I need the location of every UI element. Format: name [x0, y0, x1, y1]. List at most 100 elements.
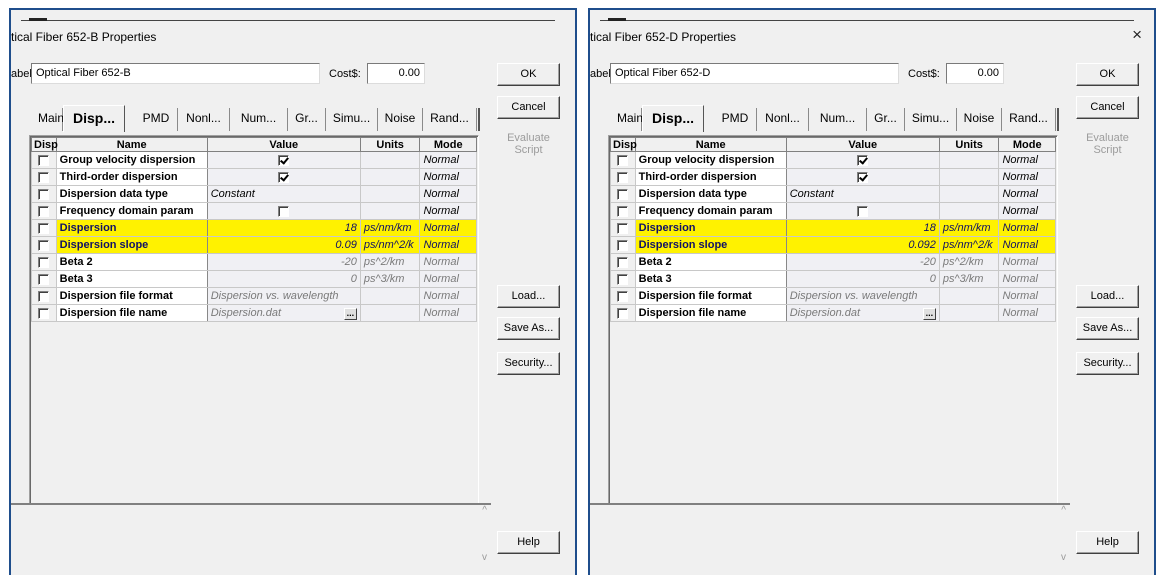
display-checkbox[interactable]	[38, 222, 50, 234]
scroll-down-icon[interactable]: v	[1061, 552, 1066, 563]
parameter-mode[interactable]: Normal	[998, 219, 1056, 237]
display-checkbox[interactable]	[617, 171, 629, 183]
parameter-mode[interactable]: Normal	[419, 270, 477, 288]
scroll-down-icon[interactable]: v	[482, 552, 487, 563]
label-field[interactable]: Optical Fiber 652-B	[31, 63, 320, 84]
parameter-mode[interactable]: Normal	[998, 168, 1056, 186]
display-checkbox[interactable]	[38, 307, 50, 319]
cancel-button[interactable]: Cancel	[1076, 96, 1139, 119]
tab-main[interactable]: Main	[612, 108, 643, 131]
parameter-mode[interactable]: Normal	[419, 168, 477, 186]
parameter-value[interactable]: Constant	[206, 185, 361, 203]
load-button[interactable]: Load...	[1076, 285, 1139, 308]
parameter-value[interactable]: -20	[785, 253, 940, 271]
tab-noise[interactable]: Noise	[378, 108, 423, 131]
display-checkbox[interactable]	[38, 205, 50, 217]
save-as-button[interactable]: Save As...	[1076, 317, 1139, 340]
cost-field[interactable]: 0.00	[946, 63, 1004, 84]
parameter-value[interactable]	[206, 168, 361, 186]
save-as-button[interactable]: Save As...	[497, 317, 560, 340]
tab-noise[interactable]: Noise	[957, 108, 1002, 131]
value-checkbox[interactable]	[857, 171, 869, 183]
close-icon[interactable]: ×	[1132, 25, 1142, 45]
parameter-mode[interactable]: Normal	[419, 219, 477, 237]
cost-field[interactable]: 0.00	[367, 63, 425, 84]
tab-disp[interactable]: Disp...	[642, 105, 704, 132]
parameter-value[interactable]: Dispersion vs. wavelength	[785, 287, 940, 305]
help-button[interactable]: Help	[1076, 531, 1139, 554]
parameter-value[interactable]	[785, 151, 940, 169]
value-checkbox[interactable]	[857, 154, 869, 166]
display-checkbox[interactable]	[617, 307, 629, 319]
parameter-value[interactable]: 0.09	[206, 236, 361, 254]
browse-icon[interactable]: ...	[343, 307, 357, 320]
display-checkbox[interactable]	[617, 188, 629, 200]
parameter-mode[interactable]: Normal	[998, 185, 1056, 203]
parameter-mode[interactable]: Normal	[419, 185, 477, 203]
display-checkbox[interactable]	[617, 205, 629, 217]
display-checkbox[interactable]	[38, 154, 50, 166]
parameter-value[interactable]: Constant	[785, 185, 940, 203]
load-button[interactable]: Load...	[497, 285, 560, 308]
parameter-value[interactable]: Dispersion.dat...	[785, 304, 940, 322]
tab-disp[interactable]: Disp...	[63, 105, 125, 132]
parameter-value[interactable]	[206, 202, 361, 220]
cancel-button[interactable]: Cancel	[497, 96, 560, 119]
display-checkbox[interactable]	[617, 256, 629, 268]
parameter-mode[interactable]: Normal	[419, 253, 477, 271]
display-checkbox[interactable]	[38, 239, 50, 251]
parameter-value[interactable]: -20	[206, 253, 361, 271]
help-button[interactable]: Help	[497, 531, 560, 554]
parameter-mode[interactable]: Normal	[419, 236, 477, 254]
tab-nonl[interactable]: Nonl...	[178, 108, 230, 131]
display-checkbox[interactable]	[38, 188, 50, 200]
tab-gr[interactable]: Gr...	[288, 108, 326, 131]
tab-main[interactable]: Main	[33, 108, 64, 131]
tab-pmd[interactable]: PMD	[714, 108, 757, 131]
display-checkbox[interactable]	[617, 290, 629, 302]
parameter-mode[interactable]: Normal	[998, 151, 1056, 169]
scroll-up-icon[interactable]: ^	[482, 505, 487, 516]
display-checkbox[interactable]	[38, 273, 50, 285]
tab-gr[interactable]: Gr...	[867, 108, 905, 131]
display-checkbox[interactable]	[617, 154, 629, 166]
value-checkbox[interactable]	[278, 205, 290, 217]
value-checkbox[interactable]	[278, 154, 290, 166]
parameter-mode[interactable]: Normal	[419, 202, 477, 220]
label-field[interactable]: Optical Fiber 652-D	[610, 63, 899, 84]
parameter-mode[interactable]: Normal	[998, 236, 1056, 254]
parameter-value[interactable]: Dispersion vs. wavelength	[206, 287, 361, 305]
tab-pmd[interactable]: PMD	[135, 108, 178, 131]
parameter-mode[interactable]: Normal	[419, 287, 477, 305]
display-checkbox[interactable]	[38, 171, 50, 183]
parameter-mode[interactable]: Normal	[998, 287, 1056, 305]
parameter-value[interactable]: Dispersion.dat...	[206, 304, 361, 322]
tab-simu[interactable]: Simu...	[905, 108, 957, 131]
parameter-value[interactable]: 18	[206, 219, 361, 237]
display-checkbox[interactable]	[617, 222, 629, 234]
parameter-value[interactable]: 0	[206, 270, 361, 288]
parameter-mode[interactable]: Normal	[998, 270, 1056, 288]
scroll-up-icon[interactable]: ^	[1061, 505, 1066, 516]
parameter-value[interactable]	[206, 151, 361, 169]
parameter-value[interactable]	[785, 202, 940, 220]
parameter-mode[interactable]: Normal	[998, 253, 1056, 271]
tab-rand[interactable]: Rand...	[423, 108, 477, 131]
browse-icon[interactable]: ...	[922, 307, 936, 320]
tab-num[interactable]: Num...	[809, 108, 867, 131]
parameter-mode[interactable]: Normal	[998, 202, 1056, 220]
parameter-value[interactable]: 0.092	[785, 236, 940, 254]
parameter-mode[interactable]: Normal	[419, 151, 477, 169]
value-checkbox[interactable]	[857, 205, 869, 217]
tab-nonl[interactable]: Nonl...	[757, 108, 809, 131]
parameter-mode[interactable]: Normal	[419, 304, 477, 322]
tab-rand[interactable]: Rand...	[1002, 108, 1056, 131]
parameter-value[interactable]	[785, 168, 940, 186]
security-button[interactable]: Security...	[1076, 352, 1139, 375]
parameter-mode[interactable]: Normal	[998, 304, 1056, 322]
display-checkbox[interactable]	[38, 256, 50, 268]
parameter-value[interactable]: 0	[785, 270, 940, 288]
ok-button[interactable]: OK	[497, 63, 560, 86]
tab-simu[interactable]: Simu...	[326, 108, 378, 131]
value-checkbox[interactable]	[278, 171, 290, 183]
